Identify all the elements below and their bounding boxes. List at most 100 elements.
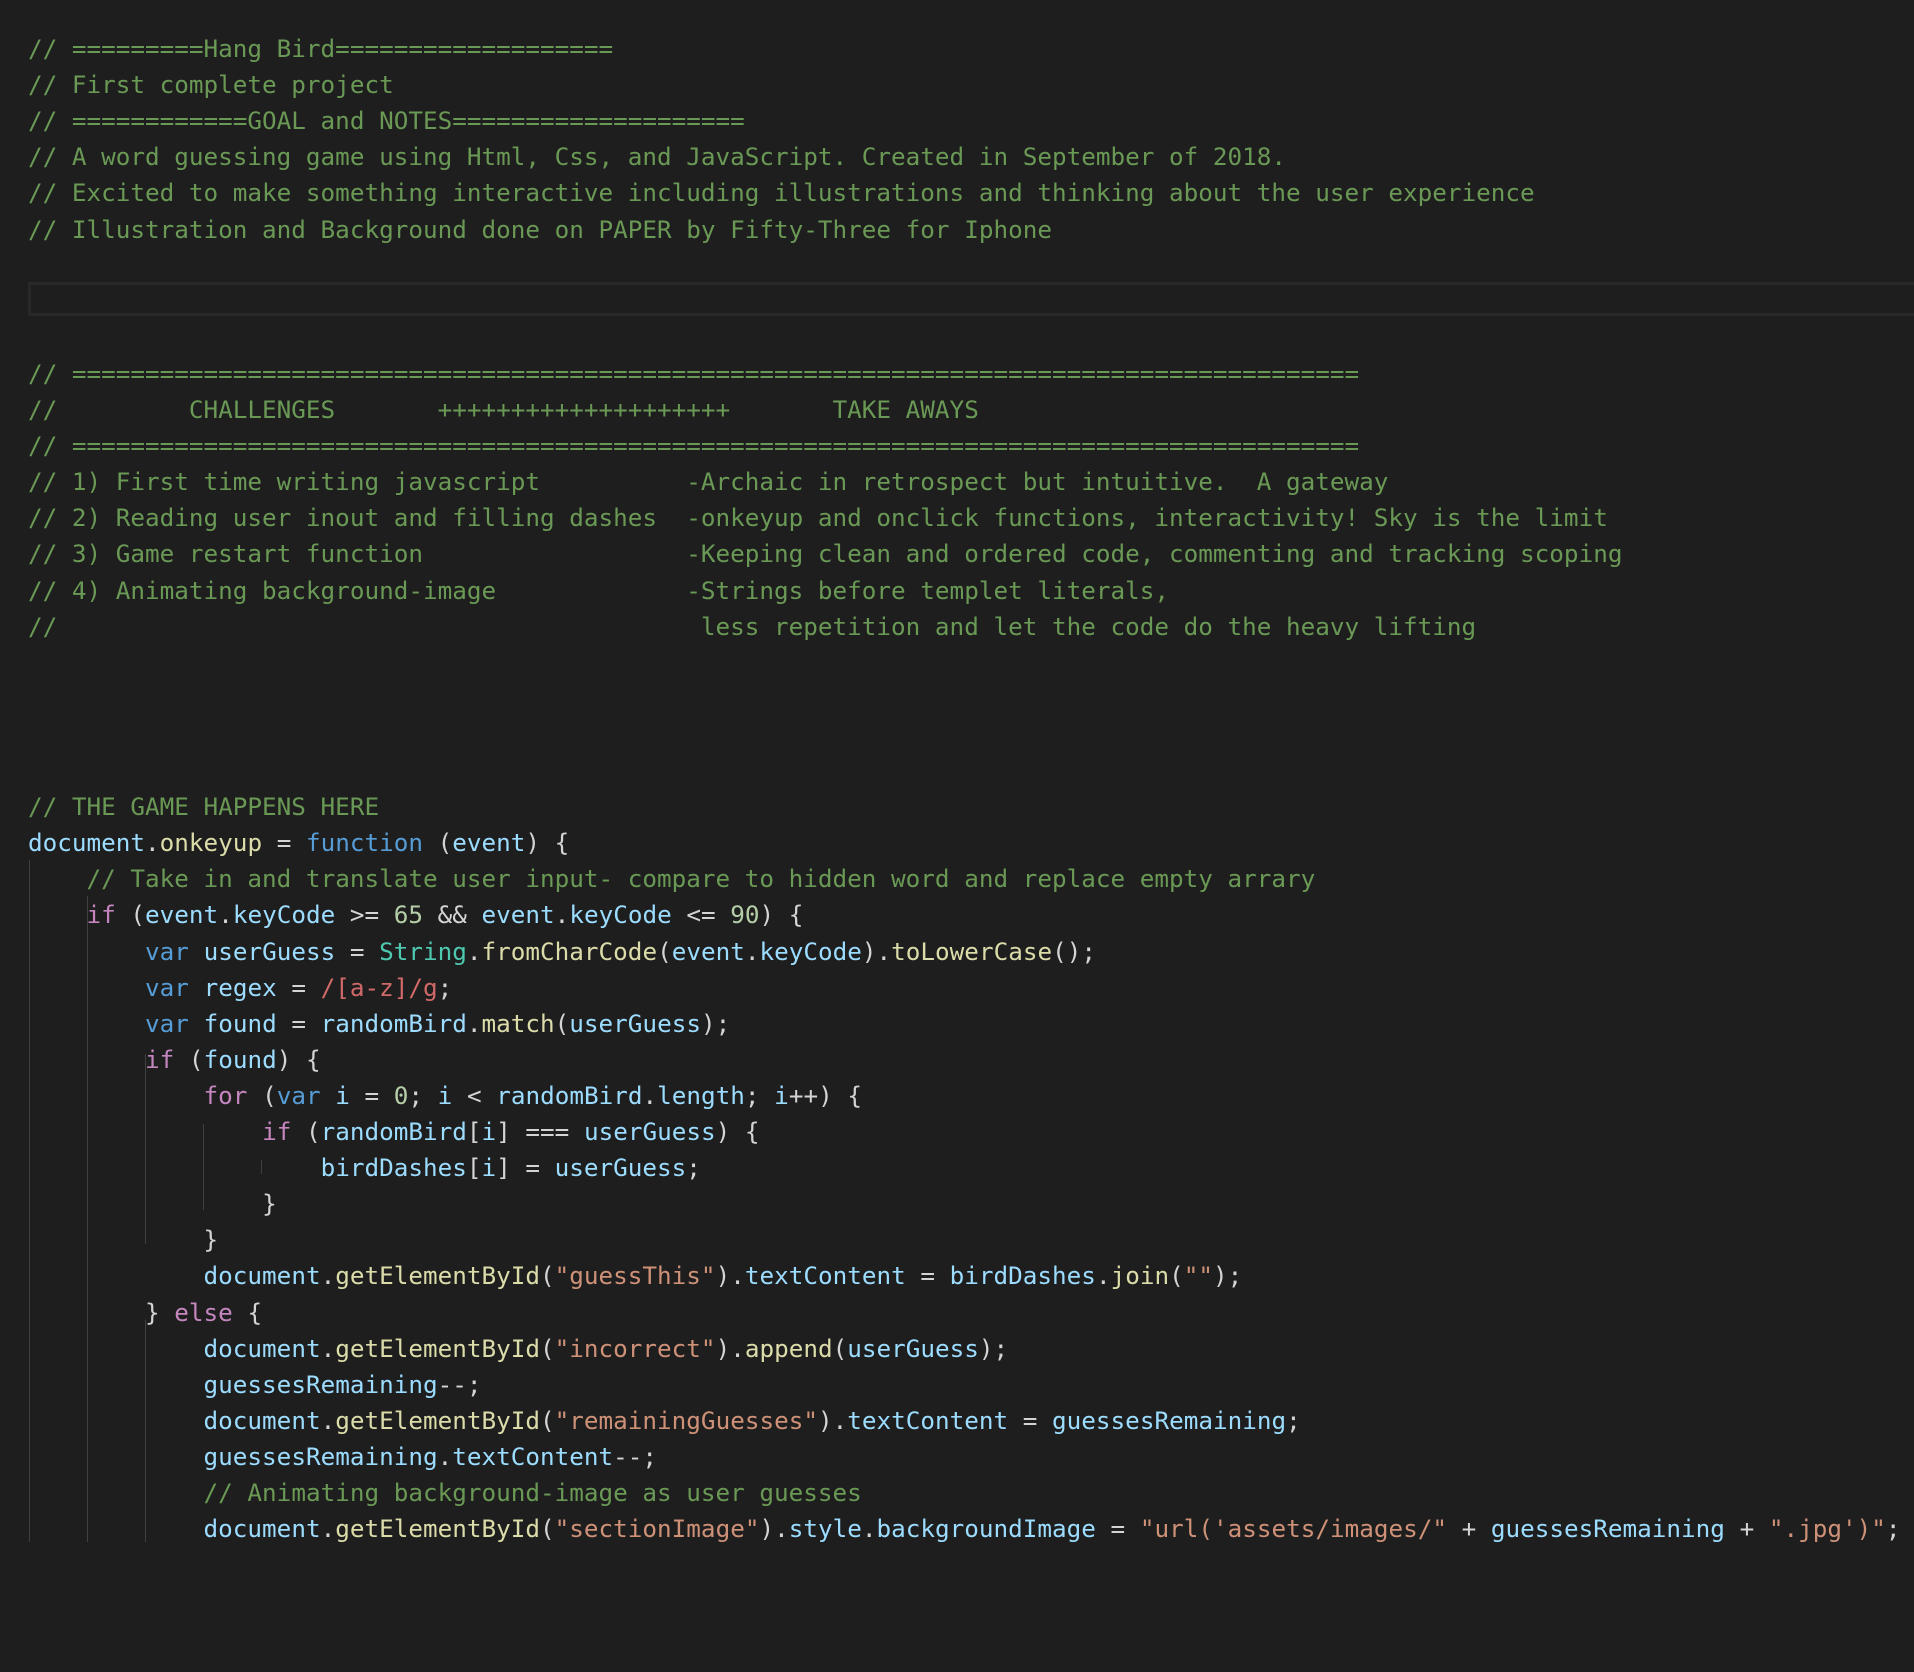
code-token-comment: // Excited to make something interactive… [28, 178, 1535, 208]
code-line[interactable]: if (found) { [28, 1042, 321, 1078]
code-token-storage: var [145, 1008, 189, 1038]
code-token-variable: userGuess [554, 1153, 687, 1183]
code-token-punct: } [262, 1189, 277, 1219]
code-line[interactable]: // Take in and translate user input- com… [28, 861, 1316, 897]
code-token-punct: ). [715, 1261, 745, 1291]
code-line[interactable]: if (randomBird[i] === userGuess) { [28, 1114, 759, 1150]
code-line[interactable]: // ============GOAL and NOTES===========… [28, 103, 745, 139]
code-line[interactable]: document.getElementById("remainingGuesse… [28, 1403, 1301, 1439]
code-token-punct: ( [115, 900, 146, 930]
code-token-punct: . [145, 828, 160, 858]
code-line[interactable]: var found = randomBird.match(userGuess); [28, 1006, 730, 1042]
code-line[interactable]: } [28, 1222, 219, 1258]
code-token-punct: ) { [715, 1117, 760, 1146]
code-token-variable: textContent [452, 1441, 614, 1471]
code-token-variable: keyCode [569, 900, 672, 930]
code-token-punct: ; [744, 1080, 775, 1110]
code-token-keyword: if [86, 900, 116, 930]
code-token-punct: . [218, 900, 233, 930]
code-line[interactable]: document.getElementById("guessThis").tex… [28, 1258, 1243, 1294]
code-line[interactable]: guessesRemaining.textContent--; [28, 1439, 658, 1475]
code-token-punct: ; [408, 1080, 438, 1110]
code-line[interactable]: // Excited to make something interactive… [28, 175, 1535, 211]
code-token-regex: /[a-z]/g [320, 972, 438, 1002]
code-token-variable: guessesRemaining [203, 1441, 438, 1471]
code-token-punct: [ [466, 1153, 482, 1183]
code-token-punct: ; [1885, 1514, 1901, 1544]
code-token-variable: userGuess [569, 1008, 701, 1038]
code-line[interactable]: // 1) First time writing javascript -Arc… [28, 464, 1388, 500]
code-token-variable: event [452, 828, 526, 858]
code-token-punct: ( [291, 1117, 321, 1146]
code-line[interactable]: } [28, 1186, 277, 1222]
code-line[interactable]: // CHALLENGES ++++++++++++++++++++ TAKE … [28, 392, 979, 428]
code-line[interactable]: // =========Hang Bird=================== [28, 31, 613, 67]
code-line[interactable]: document.onkeyup = function (event) { [28, 825, 569, 861]
code-line[interactable]: // THE GAME HAPPENS HERE [28, 789, 379, 825]
code-line[interactable]: // Illustration and Background done on P… [28, 212, 1052, 248]
code-line[interactable]: // =====================================… [28, 356, 1359, 392]
code-token-variable: found [203, 1008, 277, 1038]
code-token-variable: userGuess [583, 1117, 716, 1146]
code-token-punct: = [349, 1080, 394, 1110]
code-token-punct: ( [540, 1261, 555, 1291]
code-token-function: join [1110, 1261, 1170, 1291]
code-token-punct: --; [613, 1441, 658, 1471]
code-token-variable: document [203, 1405, 321, 1435]
code-token-punct: . [744, 936, 760, 966]
code-token-function: append [744, 1333, 833, 1363]
code-token-punct: . [861, 1514, 877, 1544]
code-line[interactable]: // =====================================… [28, 428, 1359, 464]
code-line[interactable]: // 3) Game restart function -Keeping cle… [28, 536, 1622, 572]
code-line[interactable]: // 4) Animating background-image -String… [28, 573, 1169, 609]
code-token-punct: ). [817, 1405, 848, 1435]
code-line[interactable]: document.getElementById("sectionImage").… [28, 1511, 1901, 1547]
code-token-comment: // First complete project [28, 70, 394, 100]
code-token-string: ".jpg')" [1768, 1514, 1886, 1544]
code-token-variable: keyCode [759, 936, 862, 966]
code-token-variable: randomBird [496, 1080, 643, 1110]
code-token-punct: ). [715, 1333, 745, 1363]
code-line[interactable]: // A word guessing game using Html, Css,… [28, 139, 1286, 175]
code-token-variable: i [437, 1080, 453, 1110]
code-token-punct: + [1724, 1514, 1769, 1544]
code-line[interactable]: document.getElementById("incorrect").app… [28, 1331, 1009, 1367]
code-line[interactable]: // Animating background-image as user gu… [28, 1475, 862, 1511]
code-token-punct: [ [466, 1117, 482, 1146]
code-line[interactable]: birdDashes[i] = userGuess; [28, 1150, 701, 1186]
code-token-variable: randomBird [320, 1008, 467, 1038]
code-token-variable: document [203, 1514, 321, 1544]
code-token-punct: = [1095, 1514, 1140, 1544]
code-line[interactable]: // 2) Reading user inout and filling das… [28, 500, 1608, 536]
code-token-punct: ( [540, 1514, 555, 1544]
code-token-variable: userGuess [847, 1333, 979, 1363]
code-line[interactable]: } else { [28, 1295, 262, 1331]
code-token-variable: document [203, 1333, 321, 1363]
code-token-punct: . [1095, 1261, 1111, 1291]
code-token-punct: . [320, 1333, 336, 1363]
code-line[interactable]: for (var i = 0; i < randomBird.length; i… [28, 1078, 862, 1114]
code-token-punct: = [1008, 1405, 1053, 1435]
code-line[interactable]: var userGuess = String.fromCharCode(even… [28, 934, 1096, 970]
code-line[interactable]: guessesRemaining--; [28, 1367, 482, 1403]
code-token-punct: ( [540, 1333, 555, 1363]
code-line[interactable]: // less repetition and let the code do t… [28, 609, 1476, 645]
code-editor[interactable]: // =========Hang Bird===================… [0, 0, 1914, 1672]
code-line[interactable]: // First complete project [28, 67, 394, 103]
code-token-function: getElementById [335, 1261, 541, 1291]
code-token-string: "sectionImage" [554, 1514, 760, 1544]
code-token-punct: ( [657, 936, 672, 966]
code-line[interactable]: var regex = /[a-z]/g; [28, 970, 452, 1006]
code-line[interactable]: if (event.keyCode >= 65 && event.keyCode… [28, 897, 804, 933]
code-token-comment: // Take in and translate user input- com… [86, 864, 1316, 894]
code-token-function: getElementById [335, 1514, 541, 1544]
code-token-comment: // Animating background-image as user gu… [203, 1478, 862, 1507]
